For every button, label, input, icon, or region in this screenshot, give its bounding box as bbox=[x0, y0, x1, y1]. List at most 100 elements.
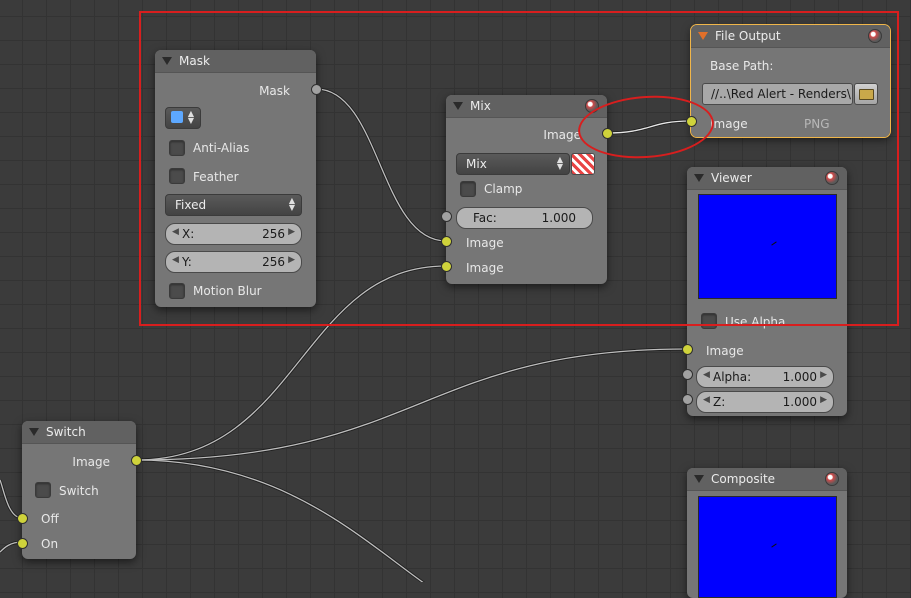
collapse-triangle-icon[interactable] bbox=[162, 57, 172, 65]
size-mode-value: Fixed bbox=[175, 198, 207, 212]
mix-node-title: Mix bbox=[470, 99, 491, 113]
decrement-arrow-icon[interactable]: ◀ bbox=[703, 395, 710, 405]
collapse-triangle-icon[interactable] bbox=[29, 428, 39, 436]
use-alpha-toggle-icon[interactable] bbox=[571, 153, 595, 175]
switch-node-title: Switch bbox=[46, 425, 86, 439]
anti-alias-label: Anti-Alias bbox=[193, 141, 250, 155]
increment-arrow-icon[interactable]: ▶ bbox=[820, 370, 827, 380]
file-output-input-socket[interactable] bbox=[686, 116, 697, 127]
switch-label: Switch bbox=[59, 484, 99, 498]
blend-mode-dropdown[interactable]: Mix ▲ ▼ bbox=[456, 153, 570, 175]
updown-arrows-icon: ▲ ▼ bbox=[556, 155, 563, 171]
viewer-preview-image bbox=[698, 194, 837, 299]
collapse-triangle-icon[interactable] bbox=[453, 102, 463, 110]
preview-toggle-icon[interactable] bbox=[868, 29, 882, 43]
clamp-checkbox[interactable] bbox=[460, 181, 476, 197]
fac-label: Fac: bbox=[473, 211, 497, 225]
viewer-node-title: Viewer bbox=[711, 171, 752, 185]
collapse-triangle-icon[interactable] bbox=[698, 32, 708, 40]
preview-toggle-icon[interactable] bbox=[585, 99, 599, 113]
cursor-icon bbox=[771, 543, 777, 548]
base-path-value: //..\Red Alert - Renders\ bbox=[711, 87, 851, 101]
composite-node-header[interactable]: Composite bbox=[687, 468, 847, 491]
switch-on-socket[interactable] bbox=[17, 538, 28, 549]
mix-node[interactable]: Mix Image Mix ▲ ▼ Clamp Fac: 1.000 Image … bbox=[446, 95, 607, 284]
composite-preview-image bbox=[698, 496, 837, 598]
decrement-arrow-icon[interactable]: ◀ bbox=[703, 370, 710, 380]
switch-on-label: On bbox=[41, 537, 59, 551]
fac-field[interactable]: Fac: 1.000 bbox=[456, 207, 593, 229]
mix-fac-socket[interactable] bbox=[441, 211, 452, 222]
decrement-arrow-icon[interactable]: ◀ bbox=[172, 227, 179, 237]
file-output-node[interactable]: File Output Base Path: //..\Red Alert - … bbox=[690, 24, 891, 138]
mix-output-socket[interactable] bbox=[602, 128, 613, 139]
use-alpha-checkbox[interactable] bbox=[701, 313, 717, 329]
blend-mode-value: Mix bbox=[466, 157, 487, 171]
switch-node[interactable]: Switch Image Switch Off On bbox=[22, 421, 136, 559]
anti-alias-checkbox[interactable] bbox=[169, 140, 185, 156]
mix-node-header[interactable]: Mix bbox=[446, 95, 607, 118]
mask-output-label: Mask bbox=[259, 84, 290, 98]
viewer-node-header[interactable]: Viewer bbox=[687, 167, 847, 190]
alpha-label: Alpha: bbox=[713, 370, 752, 384]
composite-node-title: Composite bbox=[711, 472, 776, 486]
mix-input2-socket[interactable] bbox=[441, 261, 452, 272]
z-label: Z: bbox=[713, 395, 726, 409]
y-size-value: 256 bbox=[262, 255, 285, 269]
link-switch-down bbox=[135, 458, 426, 582]
alpha-value: 1.000 bbox=[782, 370, 817, 384]
increment-arrow-icon[interactable]: ▶ bbox=[288, 255, 295, 265]
switch-off-socket[interactable] bbox=[17, 513, 28, 524]
viewer-z-socket[interactable] bbox=[682, 394, 693, 405]
file-output-node-title: File Output bbox=[715, 29, 781, 43]
mask-datablock-icon bbox=[171, 111, 183, 123]
composite-node[interactable]: Composite bbox=[687, 468, 847, 598]
updown-arrows-icon: ▲ ▼ bbox=[187, 109, 194, 125]
mask-node-header[interactable]: Mask bbox=[155, 50, 316, 73]
viewer-input-socket[interactable] bbox=[682, 344, 693, 355]
switch-output-socket[interactable] bbox=[131, 455, 142, 466]
mix-input2-label: Image bbox=[466, 261, 504, 275]
updown-arrows-icon: ▲ ▼ bbox=[288, 196, 295, 212]
preview-toggle-icon[interactable] bbox=[825, 171, 839, 185]
viewer-node[interactable]: Viewer Use Alpha Image ◀ Alpha: 1.000 ▶ … bbox=[687, 167, 847, 416]
collapse-triangle-icon[interactable] bbox=[694, 475, 704, 483]
viewer-alpha-socket[interactable] bbox=[682, 369, 693, 380]
file-format-label: PNG bbox=[804, 117, 830, 131]
fac-value: 1.000 bbox=[541, 211, 576, 225]
size-mode-dropdown[interactable]: Fixed ▲ ▼ bbox=[165, 194, 302, 216]
link-offscreen-off bbox=[0, 479, 23, 520]
mix-input1-label: Image bbox=[466, 236, 504, 250]
z-value: 1.000 bbox=[782, 395, 817, 409]
switch-node-header[interactable]: Switch bbox=[22, 421, 136, 444]
x-size-field[interactable]: ◀ X: 256 ▶ bbox=[165, 223, 302, 245]
folder-browse-icon[interactable] bbox=[854, 83, 878, 105]
mask-node[interactable]: Mask Mask ▲ ▼ Anti-Alias Feather Fixed ▲ ▼… bbox=[155, 50, 316, 307]
mask-datablock-selector[interactable]: ▲ ▼ bbox=[165, 107, 201, 129]
preview-toggle-icon[interactable] bbox=[825, 472, 839, 486]
feather-label: Feather bbox=[193, 170, 239, 184]
increment-arrow-icon[interactable]: ▶ bbox=[288, 227, 295, 237]
y-size-field[interactable]: ◀ Y: 256 ▶ bbox=[165, 251, 302, 273]
switch-checkbox[interactable] bbox=[35, 482, 51, 498]
feather-checkbox[interactable] bbox=[169, 168, 185, 184]
viewer-input-label: Image bbox=[706, 344, 744, 358]
z-field[interactable]: ◀ Z: 1.000 ▶ bbox=[696, 391, 834, 413]
motion-blur-checkbox[interactable] bbox=[169, 283, 185, 299]
decrement-arrow-icon[interactable]: ◀ bbox=[172, 255, 179, 265]
mask-node-title: Mask bbox=[179, 54, 210, 68]
clamp-label: Clamp bbox=[484, 182, 523, 196]
x-size-value: 256 bbox=[262, 227, 285, 241]
collapse-triangle-icon[interactable] bbox=[694, 174, 704, 182]
x-size-label: X: bbox=[182, 227, 195, 241]
mask-output-socket[interactable] bbox=[311, 84, 322, 95]
file-output-node-header[interactable]: File Output bbox=[691, 25, 890, 48]
y-size-label: Y: bbox=[182, 255, 192, 269]
mix-input1-socket[interactable] bbox=[441, 236, 452, 247]
use-alpha-label: Use Alpha bbox=[725, 315, 786, 329]
base-path-label: Base Path: bbox=[710, 59, 774, 73]
alpha-field[interactable]: ◀ Alpha: 1.000 ▶ bbox=[696, 366, 834, 388]
base-path-input[interactable]: //..\Red Alert - Renders\ bbox=[702, 83, 853, 105]
increment-arrow-icon[interactable]: ▶ bbox=[820, 395, 827, 405]
file-output-input-label: Image bbox=[710, 117, 748, 131]
